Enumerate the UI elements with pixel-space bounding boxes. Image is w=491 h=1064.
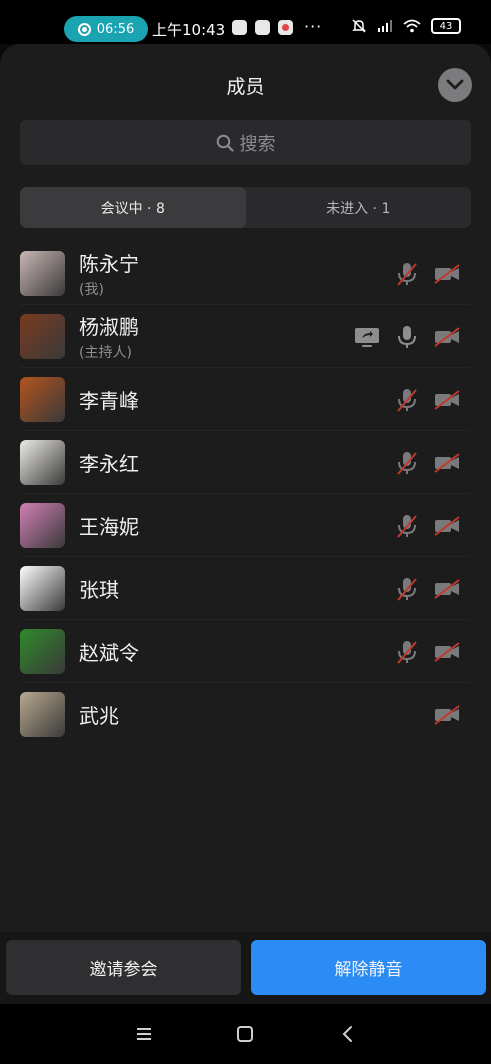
member-tabs: 会议中 · 8 未进入 · 1 [20,187,471,228]
video-off-icon[interactable] [433,638,461,666]
member-name: 李永红 [79,451,139,476]
member-actions [393,620,461,683]
mic-muted-icon[interactable] [393,449,421,477]
mic-muted-icon[interactable] [393,575,421,603]
search-placeholder: 搜索 [239,133,276,155]
mic-icon[interactable] [393,323,421,351]
members-sheet: 成员 搜索 会议中 · 8 未进入 · 1 陈永宁 (我) 杨淑鹏 (主持人) 李青峰李… [0,44,491,934]
member-row[interactable]: 杨淑鹏 (主持人) [20,305,471,368]
member-name: 陈永宁 [79,251,139,276]
sheet-title: 成员 [226,76,265,98]
screen-share-icon[interactable] [353,323,381,351]
member-info: 武兆 [79,700,119,729]
search-icon [216,134,234,152]
back-icon[interactable] [338,1024,358,1044]
member-row[interactable]: 李青峰 [20,368,471,431]
member-name: 张琪 [79,577,119,602]
clock: 上午10:43 [152,21,226,39]
member-info: 杨淑鹏 (主持人) [79,311,139,362]
signal-icon [378,20,392,32]
member-info: 陈永宁 (我) [79,248,139,299]
avatar [20,376,65,422]
member-name: 赵斌令 [79,640,139,665]
video-off-icon[interactable] [433,449,461,477]
member-actions [393,494,461,557]
chevron-down-icon [446,79,464,90]
avatar [20,502,65,548]
video-off-icon[interactable] [433,512,461,540]
video-off-icon[interactable] [433,575,461,603]
member-actions [353,305,461,368]
invite-button[interactable]: 邀请参会 [6,940,241,995]
tab-not-joined[interactable]: 未进入 · 1 [246,187,472,228]
member-actions [393,242,461,305]
member-info: 李永红 [79,448,139,477]
system-icons: 43 [351,18,461,34]
avatar [20,628,65,674]
navigation-bar [0,1004,491,1064]
member-info: 王海妮 [79,511,139,540]
member-row[interactable]: 王海妮 [20,494,471,557]
avatar [20,565,65,611]
search-input[interactable]: 搜索 [20,120,471,165]
member-actions [393,431,461,494]
member-row[interactable]: 赵斌令 [20,620,471,683]
member-name: 杨淑鹏 [79,314,139,339]
chat-icon [255,20,270,35]
unmute-all-button[interactable]: 解除静音 [251,940,486,995]
avatar [20,250,65,296]
member-info: 李青峰 [79,385,139,414]
member-actions [393,557,461,620]
mic-muted-icon[interactable] [393,638,421,666]
call-timer: 06:56 [96,21,135,37]
member-actions [433,683,461,746]
home-icon[interactable] [235,1024,255,1044]
status-bar: 06:56 上午10:43 ··· 43 [0,0,491,44]
menu-icon[interactable] [134,1024,154,1044]
mic-muted-icon[interactable] [393,260,421,288]
bottom-actions: 邀请参会 解除静音 [0,932,491,1004]
collapse-button[interactable] [438,68,472,102]
member-row[interactable]: 陈永宁 (我) [20,242,471,305]
member-name: 王海妮 [79,514,139,539]
tab-in-meeting[interactable]: 会议中 · 8 [20,187,246,228]
call-timer-pill[interactable]: 06:56 [64,16,148,42]
member-name: 李青峰 [79,388,139,413]
recording-icon [77,22,91,36]
video-off-icon[interactable] [433,701,461,729]
battery-icon: 43 [431,18,461,34]
member-role: (我) [79,281,104,298]
avatar [20,313,65,359]
app-notification-icon [278,20,293,35]
qq-icon [232,20,247,35]
member-row[interactable]: 武兆 [20,683,471,746]
video-off-icon[interactable] [433,323,461,351]
bell-muted-icon [352,19,366,33]
member-row[interactable]: 李永红 [20,431,471,494]
member-list: 陈永宁 (我) 杨淑鹏 (主持人) 李青峰李永红王海妮张琪赵斌令武兆 [20,242,471,746]
member-info: 赵斌令 [79,637,139,666]
member-info: 张琪 [79,574,119,603]
video-off-icon[interactable] [433,386,461,414]
avatar [20,439,65,485]
member-role: (主持人) [79,344,132,361]
video-off-icon[interactable] [433,260,461,288]
more-notifications-icon: ··· [304,17,323,36]
mic-muted-icon[interactable] [393,386,421,414]
member-name: 武兆 [79,704,119,728]
mic-muted-icon[interactable] [393,512,421,540]
member-actions [393,368,461,431]
notification-icons [232,20,293,35]
avatar [20,692,65,737]
wifi-icon [403,19,421,33]
member-row[interactable]: 张琪 [20,557,471,620]
